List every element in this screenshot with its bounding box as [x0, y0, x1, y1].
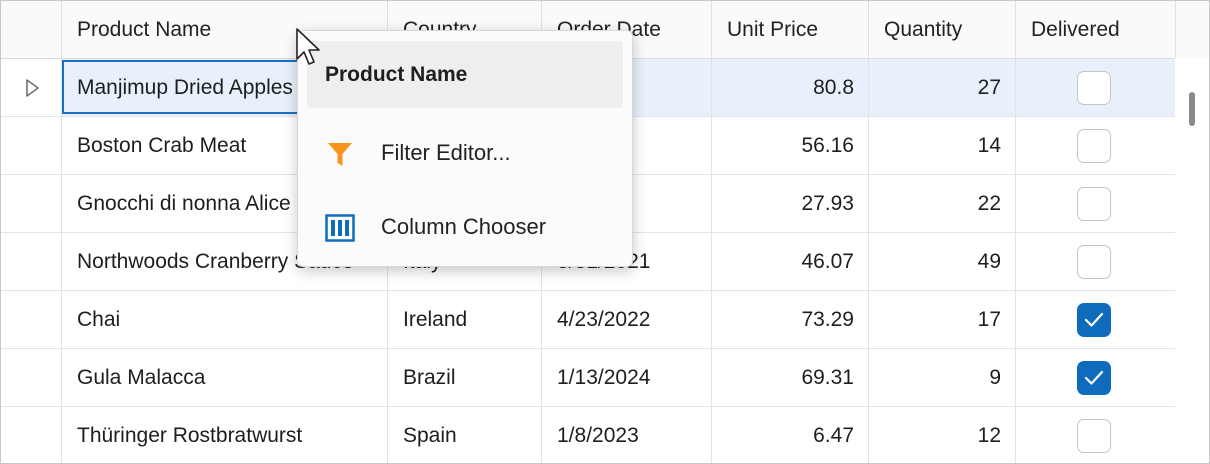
row-indicator[interactable] — [1, 59, 62, 116]
cell-unit-price[interactable]: 27.93 — [712, 175, 869, 232]
cell-product-name[interactable]: Chai — [62, 291, 388, 348]
filter-editor-menu-item[interactable]: Filter Editor... — [307, 121, 623, 185]
cell-quantity[interactable]: 49 — [869, 233, 1016, 290]
table-row[interactable]: Thüringer Rostbratwurst Spain 1/8/2023 6.47… — [1, 407, 1176, 463]
cell-delivered — [1016, 233, 1176, 290]
scrollbar-thumb[interactable] — [1189, 92, 1195, 126]
cell-unit-price[interactable]: 73.29 — [712, 291, 869, 348]
cell-order-date[interactable]: 4/23/2022 — [542, 291, 712, 348]
column-chooser-menu-item[interactable]: Column Chooser — [307, 195, 623, 259]
delivered-checkbox-checked[interactable] — [1077, 361, 1111, 395]
header-quantity[interactable]: Quantity — [869, 1, 1016, 58]
delivered-checkbox[interactable] — [1077, 71, 1111, 105]
row-indicator[interactable] — [1, 233, 62, 290]
header-corner — [1, 1, 62, 58]
cell-product-name[interactable]: Gula Malacca — [62, 349, 388, 406]
cell-country[interactable]: Spain — [388, 407, 542, 463]
filter-editor-label: Filter Editor... — [381, 140, 511, 165]
row-indicator-arrow-icon — [26, 79, 39, 97]
checkmark-icon — [1084, 370, 1104, 385]
header-unit-price[interactable]: Unit Price — [712, 1, 869, 58]
cell-quantity[interactable]: 9 — [869, 349, 1016, 406]
cell-quantity[interactable]: 27 — [869, 59, 1016, 116]
cell-unit-price[interactable]: 46.07 — [712, 233, 869, 290]
mouse-cursor-icon — [296, 28, 320, 65]
cell-delivered — [1016, 59, 1176, 116]
delivered-checkbox[interactable] — [1077, 245, 1111, 279]
cell-unit-price[interactable]: 69.31 — [712, 349, 869, 406]
table-row[interactable]: Gula Malacca Brazil 1/13/2024 69.31 9 — [1, 349, 1176, 407]
cell-delivered — [1016, 349, 1176, 406]
cell-product-name[interactable]: Thüringer Rostbratwurst — [62, 407, 388, 463]
menu-title: Product Name — [307, 41, 623, 108]
row-indicator[interactable] — [1, 117, 62, 174]
cell-order-date[interactable]: 1/8/2023 — [542, 407, 712, 463]
row-indicator[interactable] — [1, 407, 62, 463]
row-indicator[interactable] — [1, 291, 62, 348]
column-chooser-label: Column Chooser — [381, 214, 547, 239]
delivered-checkbox-checked[interactable] — [1077, 303, 1111, 337]
cell-delivered — [1016, 175, 1176, 232]
delivered-checkbox[interactable] — [1077, 419, 1111, 453]
checkmark-icon — [1084, 312, 1104, 327]
header-delivered[interactable]: Delivered — [1016, 1, 1176, 58]
cell-delivered — [1016, 117, 1176, 174]
cell-delivered — [1016, 407, 1176, 463]
filter-icon — [328, 143, 352, 166]
cell-delivered — [1016, 291, 1176, 348]
cell-unit-price[interactable]: 56.16 — [712, 117, 869, 174]
delivered-checkbox[interactable] — [1077, 187, 1111, 221]
cell-quantity[interactable]: 22 — [869, 175, 1016, 232]
cell-order-date[interactable]: 1/13/2024 — [542, 349, 712, 406]
vertical-scrollbar[interactable] — [1175, 58, 1209, 463]
row-indicator[interactable] — [1, 349, 62, 406]
cell-quantity[interactable]: 14 — [869, 117, 1016, 174]
column-context-menu: Product Name Filter Editor... Column Cho… — [297, 30, 633, 267]
cell-unit-price[interactable]: 80.8 — [712, 59, 869, 116]
table-row[interactable]: Chai Ireland 4/23/2022 73.29 17 — [1, 291, 1176, 349]
cell-country[interactable]: Ireland — [388, 291, 542, 348]
row-indicator[interactable] — [1, 175, 62, 232]
delivered-checkbox[interactable] — [1077, 129, 1111, 163]
cell-quantity[interactable]: 12 — [869, 407, 1016, 463]
cell-unit-price[interactable]: 6.47 — [712, 407, 869, 463]
cell-quantity[interactable]: 17 — [869, 291, 1016, 348]
column-chooser-icon — [325, 214, 355, 242]
cell-country[interactable]: Brazil — [388, 349, 542, 406]
